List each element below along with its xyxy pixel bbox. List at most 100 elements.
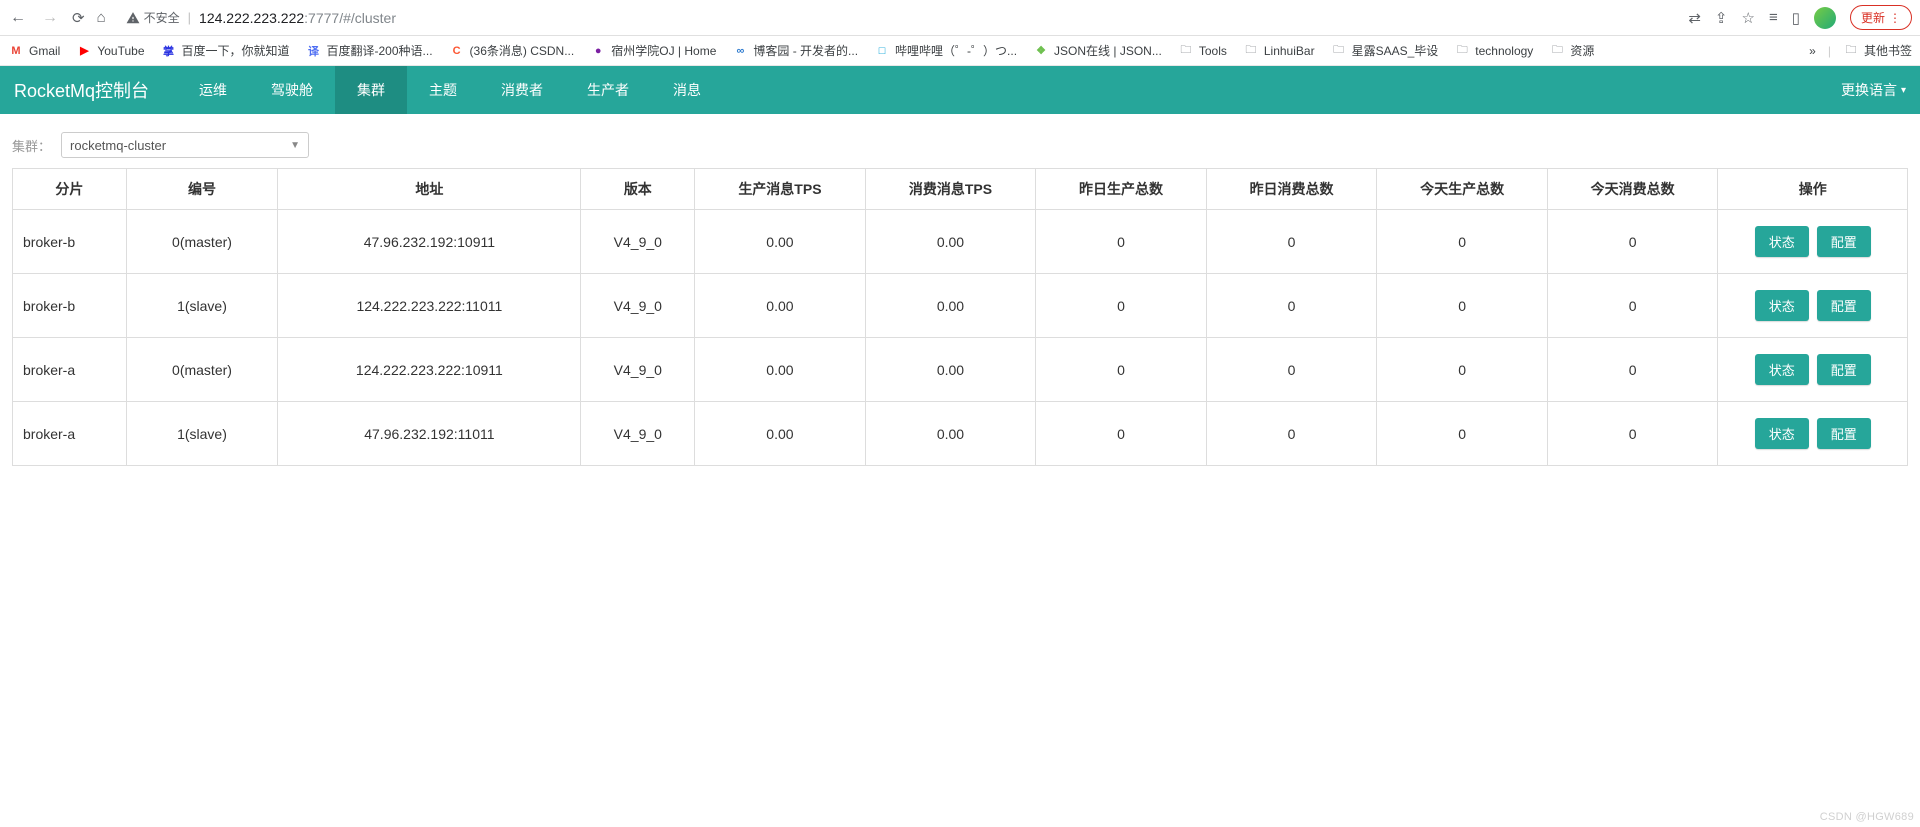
cell: 1(slave): [126, 274, 278, 338]
table-header-row: 分片编号地址版本生产消息TPS消费消息TPS昨日生产总数昨日消费总数今天生产总数…: [13, 169, 1908, 210]
cell: 47.96.232.192:11011: [278, 402, 581, 466]
nav-item-4[interactable]: 消费者: [479, 66, 565, 114]
cell: V4_9_0: [581, 402, 695, 466]
cell: 0: [1036, 210, 1207, 274]
col-header: 昨日生产总数: [1036, 169, 1207, 210]
cell: 124.222.223.222:10911: [278, 338, 581, 402]
bookmark-item[interactable]: ❖ JSON在线 | JSON...: [1033, 42, 1162, 59]
bookmark-item[interactable]: ▶YouTube: [76, 43, 144, 59]
broker-table: 分片编号地址版本生产消息TPS消费消息TPS昨日生产总数昨日消费总数今天生产总数…: [12, 168, 1908, 466]
bookmark-label: 百度一下，你就知道: [182, 42, 290, 59]
cell: broker-a: [13, 338, 127, 402]
col-header: 今天消费总数: [1547, 169, 1718, 210]
favicon: M: [8, 43, 24, 59]
app-brand: RocketMq控制台: [14, 77, 149, 103]
cell: 0: [1036, 338, 1207, 402]
home-button[interactable]: ⌂: [97, 9, 106, 26]
back-button[interactable]: ←: [8, 9, 28, 27]
filter-row: 集群： rocketmq-cluster ▼: [0, 114, 1920, 168]
chevron-down-icon: ▼: [290, 140, 300, 151]
nav-item-6[interactable]: 消息: [651, 66, 723, 114]
bookmark-item[interactable]: 掌百度一下，你就知道: [161, 42, 290, 59]
status-button[interactable]: 状态: [1755, 290, 1809, 321]
bookmark-folder[interactable]: 🗀Tools: [1178, 43, 1227, 59]
status-button[interactable]: 状态: [1755, 418, 1809, 449]
caret-down-icon: ▾: [1901, 85, 1906, 96]
sidepanel-icon[interactable]: ▯: [1792, 9, 1800, 27]
nav-item-3[interactable]: 主题: [407, 66, 479, 114]
cell: 0.00: [865, 210, 1036, 274]
cell: 0: [1377, 338, 1548, 402]
profile-avatar[interactable]: [1814, 7, 1836, 29]
bookmark-item[interactable]: □哔哩哔哩（゜-゜）つ...: [874, 42, 1017, 59]
bookmark-label: 宿州学院OJ | Home: [611, 42, 716, 59]
nav-item-2[interactable]: 集群: [335, 66, 407, 114]
cell: 0.00: [695, 274, 866, 338]
cell: broker-a: [13, 402, 127, 466]
favicon: ❖: [1033, 43, 1049, 59]
bookmark-item[interactable]: ∞博客园 - 开发者的...: [732, 42, 858, 59]
bookmark-folder[interactable]: 🗀星露SAAS_毕设: [1331, 42, 1439, 59]
bookmark-overflow[interactable]: »: [1809, 44, 1816, 58]
insecure-label: 不安全: [144, 9, 180, 26]
nav-item-5[interactable]: 生产者: [565, 66, 651, 114]
cell: 0.00: [695, 210, 866, 274]
config-button[interactable]: 配置: [1817, 290, 1871, 321]
address-bar[interactable]: 不安全 | 124.222.223.222:7777/#/cluster: [118, 9, 1677, 26]
cluster-label: 集群：: [12, 136, 51, 155]
favicon: 译: [306, 43, 322, 59]
col-header: 操作: [1718, 169, 1908, 210]
col-header: 版本: [581, 169, 695, 210]
col-header: 分片: [13, 169, 127, 210]
bookmark-item[interactable]: ●宿州学院OJ | Home: [590, 42, 716, 59]
folder-icon: 🗀: [1549, 43, 1565, 59]
forward-button[interactable]: →: [40, 9, 60, 27]
col-header: 今天生产总数: [1377, 169, 1548, 210]
star-icon[interactable]: ☆: [1742, 9, 1755, 27]
actions-cell: 状态配置: [1718, 210, 1908, 274]
bookmark-bar: MGmail ▶YouTube 掌百度一下，你就知道译百度翻译-200种语... C(…: [0, 36, 1920, 66]
table-row: broker-a0(master)124.222.223.222:10911V4…: [13, 338, 1908, 402]
bookmark-folder[interactable]: 🗀technology: [1454, 43, 1533, 59]
app-navbar: RocketMq控制台 运维驾驶舱集群主题消费者生产者消息 更换语言 ▾: [0, 66, 1920, 114]
bookmark-folder-label: technology: [1475, 44, 1533, 58]
update-button[interactable]: 更新⋮: [1850, 5, 1912, 30]
translate-icon[interactable]: ⇄: [1688, 9, 1701, 27]
table-row: broker-b1(slave)124.222.223.222:11011V4_…: [13, 274, 1908, 338]
bookmark-folder-label: Tools: [1199, 44, 1227, 58]
bookmark-label: 百度翻译-200种语...: [327, 42, 433, 59]
col-header: 生产消息TPS: [695, 169, 866, 210]
cell: 0: [1206, 402, 1377, 466]
bookmark-item[interactable]: C(36条消息) CSDN...: [449, 42, 575, 59]
bookmark-item[interactable]: 译百度翻译-200种语...: [306, 42, 433, 59]
config-button[interactable]: 配置: [1817, 354, 1871, 385]
status-button[interactable]: 状态: [1755, 354, 1809, 385]
favicon: C: [449, 43, 465, 59]
status-button[interactable]: 状态: [1755, 226, 1809, 257]
bookmark-folder[interactable]: 🗀资源: [1549, 42, 1594, 59]
browser-toolbar: ← → ⟳ ⌂ 不安全 | 124.222.223.222:7777/#/clu…: [0, 0, 1920, 36]
bookmark-item[interactable]: MGmail: [8, 43, 60, 59]
cell: 0.00: [865, 402, 1036, 466]
bookmark-label: JSON在线 | JSON...: [1054, 42, 1162, 59]
cell: 0: [1377, 274, 1548, 338]
cell: 0: [1036, 274, 1207, 338]
table-body: broker-b0(master)47.96.232.192:10911V4_9…: [13, 210, 1908, 466]
nav-item-0[interactable]: 运维: [177, 66, 249, 114]
cluster-select[interactable]: rocketmq-cluster ▼: [61, 132, 309, 158]
nav-item-1[interactable]: 驾驶舱: [249, 66, 335, 114]
cell: 0: [1036, 402, 1207, 466]
security-indicator[interactable]: 不安全: [126, 9, 180, 26]
config-button[interactable]: 配置: [1817, 226, 1871, 257]
readinglist-icon[interactable]: ≡: [1769, 9, 1778, 26]
folder-icon: 🗀: [1843, 43, 1859, 59]
cell: broker-b: [13, 210, 127, 274]
share-icon[interactable]: ⇪: [1715, 9, 1728, 27]
bookmark-folder[interactable]: 🗀LinhuiBar: [1243, 43, 1315, 59]
other-bookmarks[interactable]: 🗀 其他书签: [1843, 42, 1912, 59]
config-button[interactable]: 配置: [1817, 418, 1871, 449]
language-switcher[interactable]: 更换语言 ▾: [1841, 80, 1906, 100]
bookmark-label: YouTube: [97, 44, 144, 58]
reload-button[interactable]: ⟳: [72, 9, 85, 27]
table-row: broker-b0(master)47.96.232.192:10911V4_9…: [13, 210, 1908, 274]
